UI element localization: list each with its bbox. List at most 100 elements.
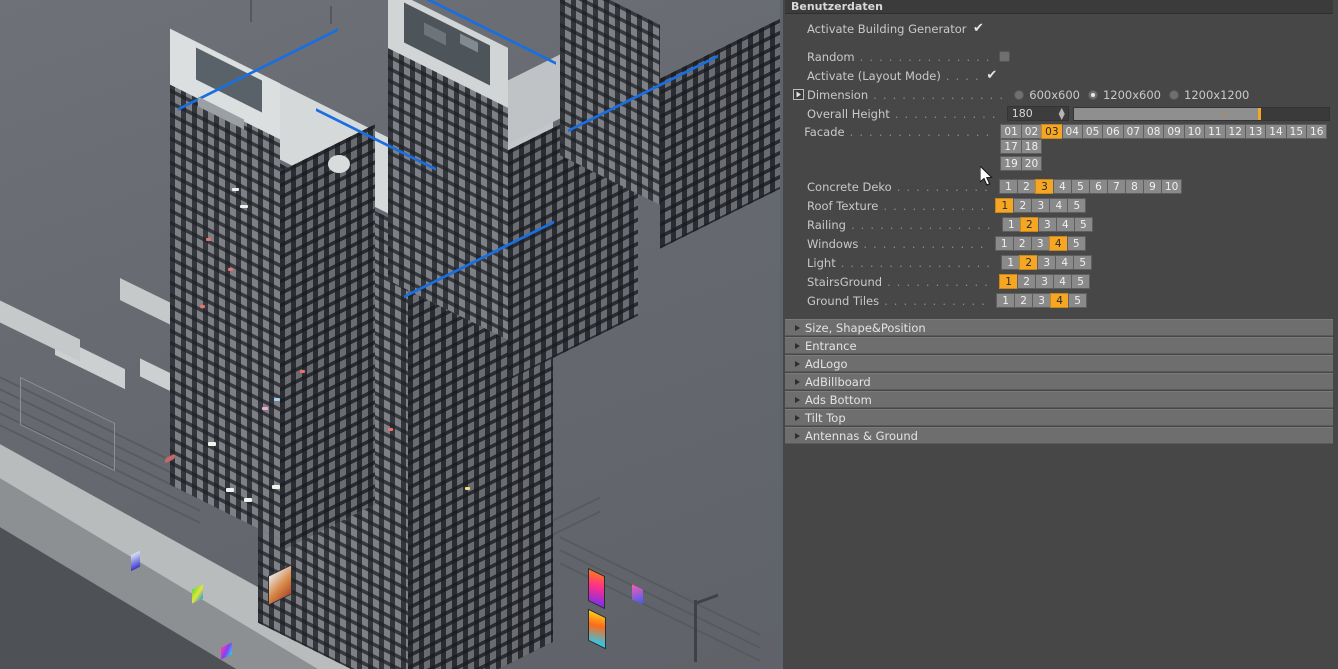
3d-viewport[interactable]: [0, 0, 783, 669]
activate-generator-checkbox[interactable]: ✔: [973, 22, 985, 35]
railing-button-1[interactable]: 1: [1001, 217, 1021, 232]
section-entrance[interactable]: Entrance: [785, 337, 1333, 354]
activate-layout-checkbox[interactable]: ✔: [986, 69, 998, 82]
facade-button-09[interactable]: 09: [1163, 124, 1185, 139]
railing-button-5[interactable]: 5: [1073, 217, 1093, 232]
roof-texture-button-group[interactable]: 1 2 3 4 5: [995, 198, 1087, 213]
ground-tiles-button-group[interactable]: 1 2 3 4 5: [996, 293, 1088, 308]
row-concrete-deko[interactable]: Concrete Deko . . . . . . . . . . 1 2 3 …: [785, 177, 1338, 196]
radio-1200x1200[interactable]: [1169, 89, 1179, 100]
roof-texture-button-4[interactable]: 4: [1049, 198, 1069, 213]
stairsground-button-5[interactable]: 5: [1071, 274, 1091, 289]
light-button-3[interactable]: 3: [1037, 255, 1057, 270]
concrete-deko-button-10[interactable]: 10: [1160, 179, 1183, 194]
facade-button-13[interactable]: 13: [1244, 124, 1267, 139]
ground-tiles-button-3[interactable]: 3: [1032, 293, 1052, 308]
row-windows[interactable]: Windows . . . . . . . . . . . . . 1 2 3 …: [785, 234, 1338, 253]
facade-button-16[interactable]: 16: [1306, 124, 1328, 139]
dimension-radio-group[interactable]: 600x600 1200x600 1200x1200: [1014, 88, 1257, 102]
light-button-1[interactable]: 1: [1001, 255, 1021, 270]
windows-button-1[interactable]: 1: [994, 236, 1014, 251]
windows-button-group[interactable]: 1 2 3 4 5: [994, 236, 1086, 251]
roof-texture-button-1[interactable]: 1: [995, 198, 1015, 213]
light-button-2[interactable]: 2: [1019, 255, 1039, 270]
section-size-shape-position[interactable]: Size, Shape&Position: [785, 319, 1333, 336]
keyframe-icon[interactable]: [791, 89, 805, 101]
windows-button-5[interactable]: 5: [1066, 236, 1086, 251]
row-facade[interactable]: Facade . . . . . . . . . . . . . . . 01 …: [785, 123, 1338, 171]
ground-tiles-button-2[interactable]: 2: [1014, 293, 1034, 308]
railing-button-4[interactable]: 4: [1055, 217, 1075, 232]
row-ground-tiles[interactable]: Ground Tiles . . . . . . . . . . . 1 2 3…: [785, 291, 1338, 310]
row-stairsground[interactable]: StairsGround . . . . . . . . . . . 1 2 3…: [785, 272, 1338, 291]
concrete-deko-button-1[interactable]: 1: [998, 179, 1018, 194]
row-activate-building-generator[interactable]: Activate Building Generator ✔: [785, 19, 1338, 38]
facade-button-04[interactable]: 04: [1061, 124, 1083, 139]
ground-tiles-button-4[interactable]: 4: [1050, 293, 1070, 308]
railing-button-2[interactable]: 2: [1019, 217, 1039, 232]
facade-button-18[interactable]: 18: [1020, 139, 1043, 154]
facade-button-01[interactable]: 01: [1000, 124, 1022, 139]
row-activate-layout-mode[interactable]: Activate (Layout Mode) . . . . ✔: [785, 66, 1338, 85]
row-railing[interactable]: Railing . . . . . . . . . . . . . . . 1 …: [785, 215, 1338, 234]
section-antennas-ground[interactable]: Antennas & Ground: [785, 427, 1333, 444]
light-button-group[interactable]: 1 2 3 4 5: [1001, 255, 1093, 270]
overall-height-input[interactable]: 180 ▲ ▼: [1006, 106, 1069, 121]
concrete-deko-button-4[interactable]: 4: [1052, 179, 1072, 194]
row-random[interactable]: Random . . . . . . . . . . . . . .: [785, 47, 1338, 66]
concrete-deko-button-3[interactable]: 3: [1034, 179, 1054, 194]
facade-button-10[interactable]: 10: [1183, 124, 1206, 139]
facade-button-08[interactable]: 08: [1143, 124, 1165, 139]
concrete-deko-button-5[interactable]: 5: [1070, 179, 1090, 194]
facade-button-06[interactable]: 06: [1102, 124, 1124, 139]
stairsground-button-1[interactable]: 1: [999, 274, 1019, 289]
facade-button-group[interactable]: 01 02 03 04 05 06 07 08 09 10 11 12 13 1…: [1000, 124, 1338, 171]
facade-button-05[interactable]: 05: [1081, 124, 1104, 139]
facade-button-17[interactable]: 17: [1000, 139, 1022, 154]
stairsground-button-2[interactable]: 2: [1017, 274, 1037, 289]
facade-button-15[interactable]: 15: [1285, 124, 1308, 139]
ground-tiles-button-5[interactable]: 5: [1068, 293, 1088, 308]
railing-button-group[interactable]: 1 2 3 4 5: [1001, 217, 1093, 232]
row-light[interactable]: Light . . . . . . . . . . . . . . . . 1 …: [785, 253, 1338, 272]
facade-button-14[interactable]: 14: [1265, 124, 1287, 139]
facade-button-03[interactable]: 03: [1041, 124, 1063, 139]
stairsground-button-group[interactable]: 1 2 3 4 5: [999, 274, 1091, 289]
stairsground-button-4[interactable]: 4: [1053, 274, 1073, 289]
dimension-option-600x600[interactable]: 600x600: [1014, 88, 1080, 102]
concrete-deko-button-2[interactable]: 2: [1016, 179, 1036, 194]
facade-button-07[interactable]: 07: [1122, 124, 1145, 139]
light-button-4[interactable]: 4: [1055, 255, 1075, 270]
ground-tiles-button-1[interactable]: 1: [996, 293, 1016, 308]
concrete-deko-button-8[interactable]: 8: [1124, 179, 1144, 194]
facade-button-02[interactable]: 02: [1020, 124, 1043, 139]
section-tilt-top[interactable]: Tilt Top: [785, 409, 1333, 426]
overall-height-slider[interactable]: [1072, 106, 1330, 121]
roof-texture-button-5[interactable]: 5: [1067, 198, 1087, 213]
radio-1200x600[interactable]: [1087, 89, 1098, 100]
random-checkbox[interactable]: [998, 51, 1010, 62]
facade-button-20[interactable]: 20: [1020, 156, 1043, 171]
spinner-arrows-icon[interactable]: ▲ ▼: [1059, 107, 1065, 121]
section-ads-bottom[interactable]: Ads Bottom: [785, 391, 1333, 408]
row-overall-height[interactable]: Overall Height . . . . . . . . . . . 180…: [785, 104, 1338, 123]
facade-button-12[interactable]: 12: [1224, 124, 1246, 139]
dimension-option-1200x600[interactable]: 1200x600: [1087, 88, 1161, 102]
concrete-deko-button-group[interactable]: 1 2 3 4 5 6 7 8 9 10: [998, 179, 1183, 194]
railing-button-3[interactable]: 3: [1037, 217, 1057, 232]
section-adlogo[interactable]: AdLogo: [785, 355, 1333, 372]
section-adbillboard[interactable]: AdBillboard: [785, 373, 1333, 390]
concrete-deko-button-6[interactable]: 6: [1088, 179, 1108, 194]
facade-button-19[interactable]: 19: [1000, 156, 1022, 171]
dimension-option-1200x1200[interactable]: 1200x1200: [1169, 88, 1249, 102]
slider-handle[interactable]: [1257, 107, 1261, 120]
roof-texture-button-3[interactable]: 3: [1031, 198, 1051, 213]
light-button-5[interactable]: 5: [1073, 255, 1093, 270]
windows-button-3[interactable]: 3: [1030, 236, 1050, 251]
windows-button-2[interactable]: 2: [1012, 236, 1032, 251]
windows-button-4[interactable]: 4: [1048, 236, 1068, 251]
concrete-deko-button-7[interactable]: 7: [1106, 179, 1126, 194]
roof-texture-button-2[interactable]: 2: [1013, 198, 1033, 213]
stairsground-button-3[interactable]: 3: [1035, 274, 1055, 289]
concrete-deko-button-9[interactable]: 9: [1142, 179, 1162, 194]
